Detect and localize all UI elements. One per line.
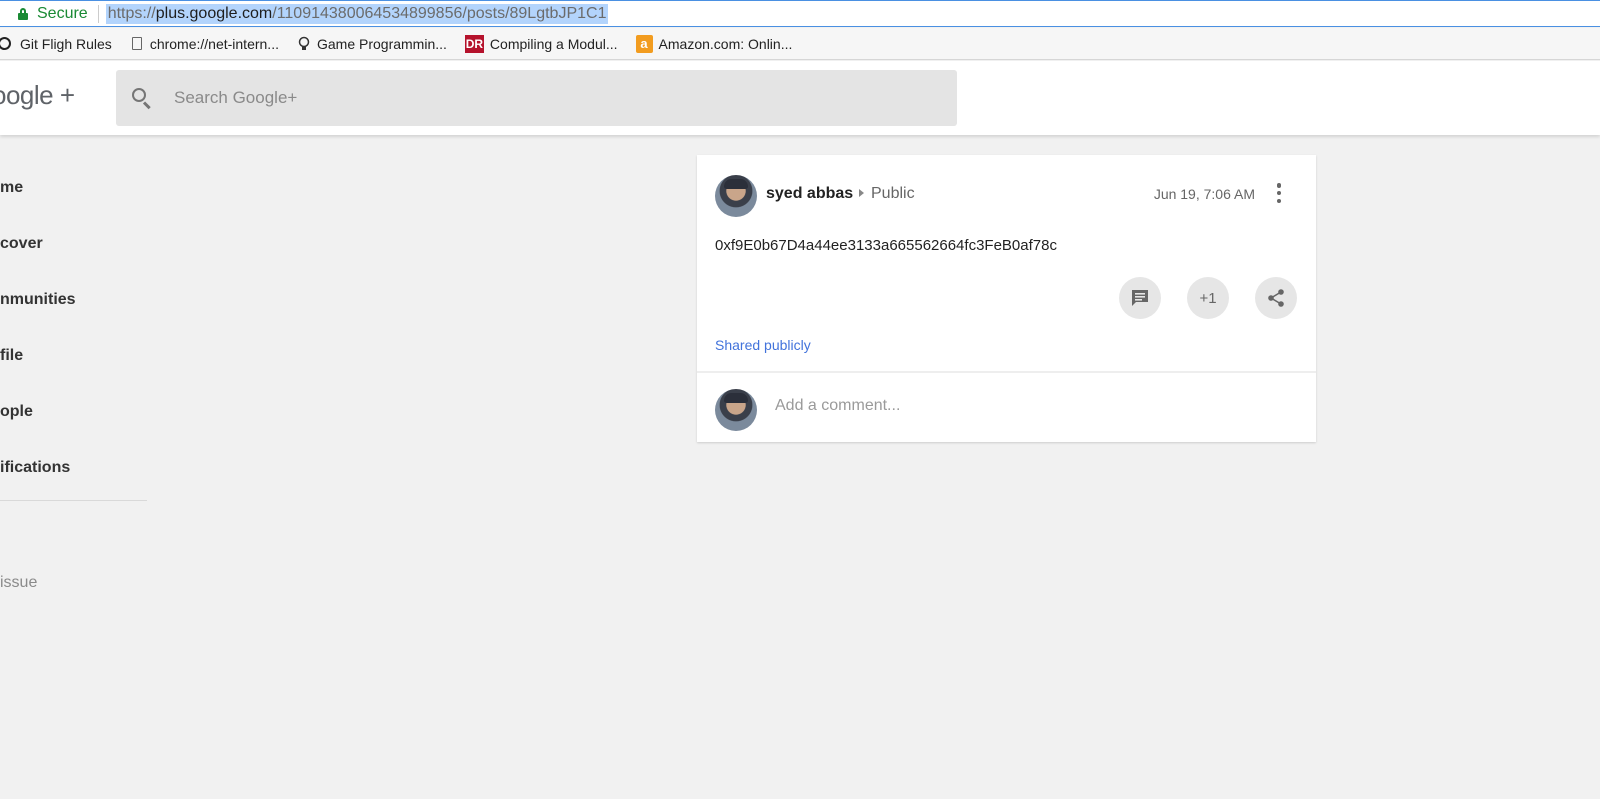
sidebar-item-home[interactable]: me xyxy=(0,160,147,216)
sidebar-item-discover[interactable]: cover xyxy=(0,216,147,272)
comment-input[interactable] xyxy=(775,397,1275,415)
secure-label: Secure xyxy=(37,4,88,22)
sidebar-divider xyxy=(0,500,147,501)
bookmark-label: Amazon.com: Onlin... xyxy=(658,35,793,52)
post-body: syed abbas Public Jun 19, 7:06 AM 0xf9E0… xyxy=(697,155,1316,373)
gplus-header: oogle + xyxy=(0,61,1600,135)
github-icon xyxy=(0,36,14,52)
post-timestamp[interactable]: Jun 19, 7:06 AM xyxy=(1154,186,1255,202)
url-scheme: https:// xyxy=(107,4,156,22)
plus-one-button[interactable]: +1 xyxy=(1187,277,1229,319)
dr-icon: DR xyxy=(464,34,484,53)
shared-publicly-link[interactable]: Shared publicly xyxy=(715,337,811,353)
search-box[interactable] xyxy=(116,70,957,126)
bookmark-label: chrome://net-intern... xyxy=(149,35,279,52)
lightbulb-icon xyxy=(297,36,311,52)
commenter-avatar xyxy=(715,389,757,431)
search-input[interactable] xyxy=(174,88,874,108)
amazon-icon: a xyxy=(635,34,653,53)
bookmarks-bar: Git Fligh Rules chrome://net-intern... G… xyxy=(0,28,1600,60)
post-author[interactable]: syed abbas xyxy=(766,185,853,203)
post-content: 0xf9E0b67D4a44ee3133a665562664fc3FeB0af7… xyxy=(715,237,1057,254)
bookmark-git-flight-rules[interactable]: Git Fligh Rules xyxy=(0,36,112,52)
share-icon xyxy=(1268,289,1284,307)
post-visibility[interactable]: Public xyxy=(871,185,915,203)
url-path: /110914380064534899856/posts/89LgtbJP1C1 xyxy=(272,4,607,22)
url-host: plus.google.com xyxy=(155,4,273,22)
comment-row xyxy=(697,373,1316,442)
sidebar-report-issue[interactable]: issue xyxy=(0,574,37,592)
comment-button[interactable] xyxy=(1119,277,1161,319)
sidebar-nav: me cover nmunities file ople ifications xyxy=(0,160,147,496)
page-icon xyxy=(130,36,144,52)
bookmark-label: Git Fligh Rules xyxy=(20,35,112,52)
sidebar-item-people[interactable]: ople xyxy=(0,384,147,440)
sidebar-item-notifications[interactable]: ifications xyxy=(0,440,147,496)
bookmark-amazon[interactable]: a Amazon.com: Onlin... xyxy=(635,34,793,53)
share-button[interactable] xyxy=(1255,277,1297,319)
lock-icon xyxy=(18,7,28,20)
bookmark-label: Compiling a Modul... xyxy=(489,35,618,52)
search-icon[interactable] xyxy=(130,86,154,110)
bookmark-net-internals[interactable]: chrome://net-intern... xyxy=(130,36,279,52)
caret-right-icon xyxy=(859,189,864,197)
sidebar-item-communities[interactable]: nmunities xyxy=(0,272,147,328)
author-avatar[interactable] xyxy=(715,175,757,217)
sidebar-item-profile[interactable]: file xyxy=(0,328,147,384)
comment-icon xyxy=(1132,290,1148,306)
bookmark-compiling-module[interactable]: DR Compiling a Modul... xyxy=(464,34,618,53)
bookmark-label: Game Programmin... xyxy=(316,35,447,52)
bookmark-game-programming[interactable]: Game Programmin... xyxy=(297,36,447,52)
url-text[interactable]: https://plus.google.com/1109143800645348… xyxy=(105,3,609,24)
secure-indicator[interactable]: Secure xyxy=(18,5,88,23)
address-separator xyxy=(97,4,99,23)
more-options-icon[interactable] xyxy=(1276,183,1282,203)
address-bar[interactable]: Secure https://plus.google.com/110914380… xyxy=(0,0,1600,27)
post-card: syed abbas Public Jun 19, 7:06 AM 0xf9E0… xyxy=(697,155,1316,442)
gplus-logo[interactable]: oogle + xyxy=(0,80,75,111)
